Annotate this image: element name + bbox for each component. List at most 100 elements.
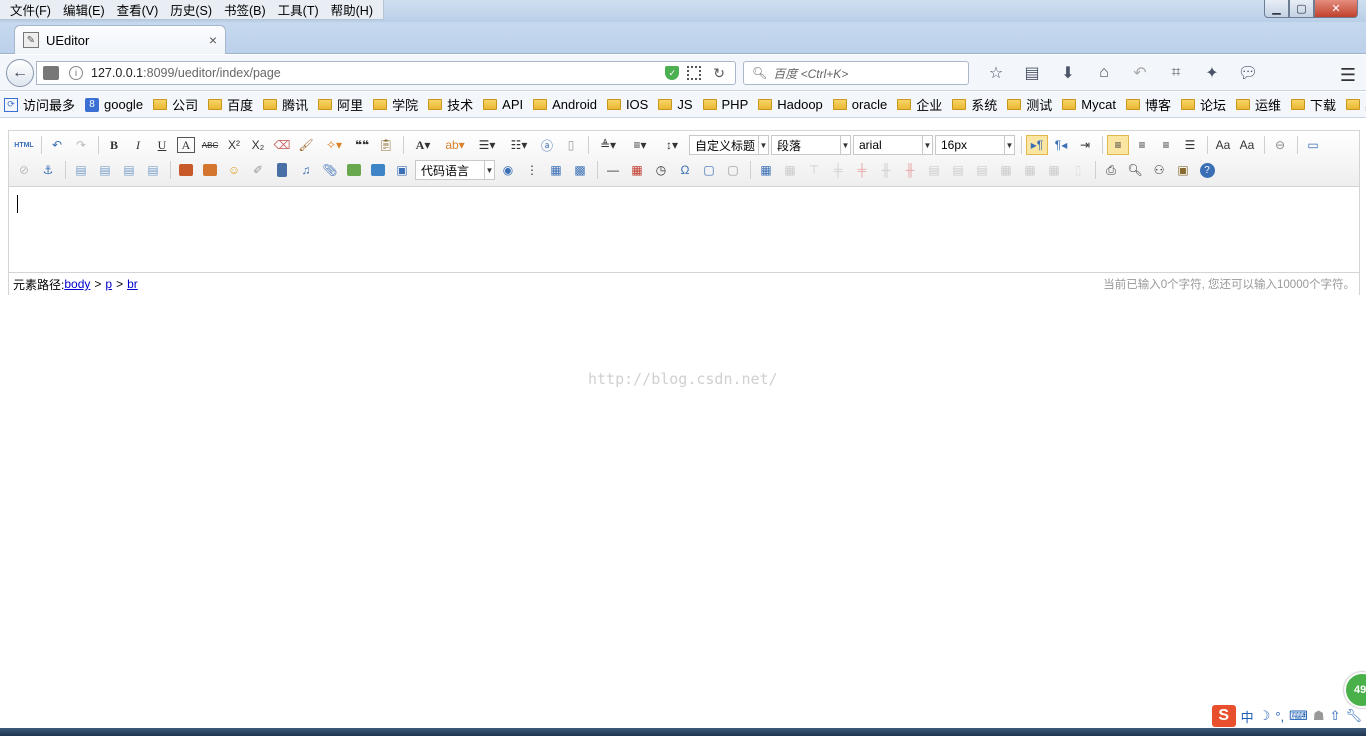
info-icon[interactable]: i <box>69 66 83 80</box>
keyboard-icon[interactable]: ⌨ <box>1289 708 1308 724</box>
charts-icon[interactable]: ▯ <box>1067 160 1089 180</box>
bookmark-folder[interactable]: 系统 <box>952 95 997 114</box>
split-to-rows-icon[interactable]: ▦ <box>1019 160 1041 180</box>
strikethrough-button[interactable]: ABC <box>199 135 221 155</box>
redo-button[interactable]: ↷ <box>70 135 92 155</box>
search-input[interactable]: 🔍︎ 百度 <Ctrl+K> <box>743 61 969 85</box>
split-to-cols-icon[interactable]: ▦ <box>1043 160 1065 180</box>
search-replace-icon[interactable]: ⚇ <box>1148 160 1170 180</box>
tab-ueditor[interactable]: ✎ UEditor × <box>14 25 226 54</box>
moon-icon[interactable]: ☽ <box>1259 708 1271 724</box>
snapscreen-icon[interactable]: ▢ <box>698 160 720 180</box>
merge-cells-icon[interactable]: ▤ <box>923 160 945 180</box>
anchor-icon[interactable]: ⚓︎ <box>37 160 59 180</box>
menu-file[interactable]: 文件(F) <box>4 0 57 19</box>
chat-icon[interactable]: 💬︎ <box>1230 63 1266 83</box>
template-icon[interactable]: ▦ <box>545 160 567 180</box>
row-spacing-bottom-button[interactable]: ≡▾ <box>625 135 655 155</box>
bookmark-folder[interactable]: 技术 <box>428 95 473 114</box>
bookmark-folder[interactable]: 百度 <box>208 95 253 114</box>
italic-button[interactable]: I <box>127 135 149 155</box>
ime-mode[interactable]: 中 <box>1241 707 1254 726</box>
unlink-icon[interactable]: ⊘ <box>13 160 35 180</box>
back-button[interactable]: ← <box>6 59 34 87</box>
special-chars-button[interactable]: Ω <box>674 160 696 180</box>
bookmark-folder[interactable]: oracle <box>832 97 887 112</box>
attachment-icon[interactable]: 📎︎ <box>319 160 341 180</box>
insert-video-icon[interactable] <box>271 160 293 180</box>
eraser-icon[interactable]: ⌫ <box>271 135 293 155</box>
direction-ltr-button[interactable]: ▸¶ <box>1026 135 1048 155</box>
bookmark-folder[interactable]: 学院 <box>373 95 418 114</box>
justify-full-button[interactable]: ☰ <box>1179 135 1201 155</box>
bookmark-folder[interactable]: 论坛 <box>1180 95 1226 114</box>
delete-col-icon[interactable]: ╫ <box>899 160 921 180</box>
split-to-cells-icon[interactable]: ▦ <box>995 160 1017 180</box>
unordered-list-button[interactable]: ☷▾ <box>504 135 534 155</box>
code-language-select[interactable]: 代码语言 ▼ <box>415 160 495 180</box>
font-border-button[interactable]: A <box>175 135 197 155</box>
simple-upload-icon[interactable] <box>175 160 197 180</box>
minimize-button[interactable]: ▁ <box>1264 0 1289 18</box>
star-icon[interactable]: ☆ <box>978 63 1014 83</box>
shield-icon[interactable]: ✓ <box>665 66 680 80</box>
clear-doc-icon[interactable]: ▯ <box>560 135 582 155</box>
justify-right-button[interactable]: ≡ <box>1155 135 1177 155</box>
menu-bookmarks[interactable]: 书签(B) <box>218 0 272 19</box>
upload-icon[interactable]: ⇧ <box>1330 708 1341 724</box>
image-right-icon[interactable]: ▤ <box>118 160 140 180</box>
punctuation-icon[interactable]: °, <box>1275 709 1284 724</box>
bookmark-folder[interactable]: 测试 <box>1007 95 1052 114</box>
undo-button[interactable]: ↶ <box>46 135 68 155</box>
preview-icon[interactable]: 🔍︎ <box>1124 160 1146 180</box>
insert-row-icon[interactable]: ╪ <box>827 160 849 180</box>
bookmark-folder[interactable]: 公司 <box>153 95 198 114</box>
date-icon[interactable]: ▦ <box>626 160 648 180</box>
paste-plain-icon[interactable]: 📋︎ <box>375 135 397 155</box>
reload-icon[interactable]: ↻ <box>713 65 725 82</box>
maximize-button[interactable]: ▢ <box>1289 0 1314 18</box>
map-icon[interactable] <box>343 160 365 180</box>
music-icon[interactable]: ♫ <box>295 160 317 180</box>
horizontal-rule-icon[interactable]: — <box>602 160 624 180</box>
format-brush-icon[interactable]: 🖌︎ <box>295 135 317 155</box>
bookmark-folder[interactable]: Android <box>533 97 597 112</box>
font-family-select[interactable]: arial ▼ <box>853 135 933 155</box>
bookmark-folder[interactable]: IOS <box>606 97 648 112</box>
merge-right-icon[interactable]: ▤ <box>947 160 969 180</box>
pagebreak-icon[interactable]: ⋮ <box>521 160 543 180</box>
superscript-button[interactable]: X² <box>223 135 245 155</box>
delete-row-icon[interactable]: ╪ <box>851 160 873 180</box>
fullscreen-icon[interactable]: ▭ <box>1302 135 1324 155</box>
image-none-icon[interactable]: ▤ <box>70 160 92 180</box>
menu-hamburger-icon[interactable]: ☰ <box>1340 65 1356 86</box>
font-size-select[interactable]: 16px ▼ <box>935 135 1015 155</box>
screenshot-icon[interactable]: ⌗ <box>1158 64 1194 82</box>
row-spacing-top-button[interactable]: ≜▾ <box>593 135 623 155</box>
side-badge[interactable]: 49 <box>1344 672 1366 708</box>
font-color-button[interactable]: A ▾ <box>408 135 438 155</box>
path-br-link[interactable]: br <box>127 277 138 291</box>
justify-left-button[interactable]: ≡ <box>1107 135 1129 155</box>
justify-center-button[interactable]: ≡ <box>1131 135 1153 155</box>
bookmark-folder[interactable]: JS <box>658 97 693 112</box>
paragraph-select[interactable]: 段落 ▼ <box>771 135 851 155</box>
bookmark-folder[interactable]: Hadoop <box>758 97 823 112</box>
wrench-icon[interactable]: 🔧︎ <box>1345 708 1362 724</box>
insert-paragraph-before-table-icon[interactable]: ⊤ <box>803 160 825 180</box>
image-center-icon[interactable]: ▤ <box>142 160 164 180</box>
indent-button[interactable]: ⇥ <box>1074 135 1096 155</box>
menu-help[interactable]: 帮助(H) <box>325 0 379 19</box>
bookmark-google[interactable]: 8 google <box>85 97 143 112</box>
image-left-icon[interactable]: ▤ <box>94 160 116 180</box>
emotion-icon[interactable]: ☺ <box>223 160 245 180</box>
direction-rtl-button[interactable]: ¶◂ <box>1050 135 1072 155</box>
link-icon[interactable]: ⊖ <box>1269 135 1291 155</box>
menu-tools[interactable]: 工具(T) <box>272 0 325 19</box>
download-icon[interactable]: ⬇ <box>1050 63 1086 83</box>
gmap-icon[interactable] <box>367 160 389 180</box>
auto-typeset-button[interactable]: ✧▾ <box>319 135 349 155</box>
url-text[interactable]: 127.0.0.1:8099/ueditor/index/page <box>91 66 665 80</box>
delete-table-icon[interactable]: ▦ <box>779 160 801 180</box>
merge-down-icon[interactable]: ▤ <box>971 160 993 180</box>
